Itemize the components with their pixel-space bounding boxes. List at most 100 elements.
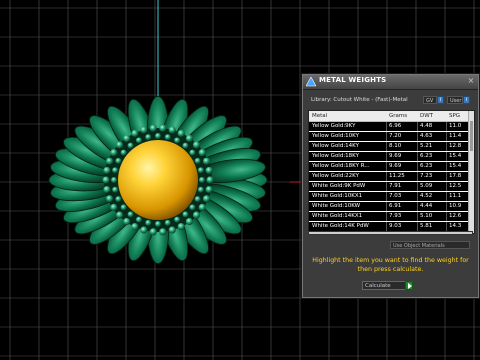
bead-shape (103, 166, 111, 175)
table-row[interactable]: Yellow Gold:14KY 8.10 5.21 12.8 (309, 142, 469, 151)
user-select[interactable]: User (447, 96, 463, 104)
bead-shape (105, 195, 114, 203)
bead-shape (127, 211, 134, 218)
bead-shape (115, 211, 124, 219)
bead-shape (127, 142, 134, 149)
table-row[interactable]: Yellow Gold:22KY 11.25 7.23 17.8 (309, 172, 469, 181)
panel-titlebar[interactable]: METAL WEIGHTS × (303, 75, 478, 90)
app-logo-icon (306, 77, 316, 87)
cell-dwt: 6.23 (420, 153, 433, 159)
center-gold-sphere (118, 140, 198, 220)
column-header-metal[interactable]: Metal (312, 113, 327, 119)
column-separator (446, 162, 447, 171)
column-separator (446, 192, 447, 201)
table-row[interactable]: Yellow Gold:18KY R... 9.69 6.23 15.4 (309, 162, 469, 171)
column-separator (386, 192, 387, 201)
bead-shape (177, 129, 185, 138)
table-row[interactable]: Yellow Gold:9KY 6.96 4.48 11.0 (309, 122, 469, 131)
cell-grams: 7.03 (389, 193, 402, 199)
column-separator (446, 132, 447, 141)
table-row[interactable]: White Gold:10KW 6.91 4.44 10.9 (309, 202, 469, 211)
table-horizontal-scrollbar[interactable] (308, 231, 473, 235)
bead-shape (115, 196, 122, 203)
bead-shape (202, 195, 211, 203)
cell-metal: Yellow Gold:10KY (312, 133, 359, 139)
column-header-spg[interactable]: SPG (449, 113, 460, 119)
cell-metal: White Gold:14KX1 (312, 213, 363, 219)
bead-shape (111, 177, 117, 183)
close-icon[interactable]: × (467, 77, 475, 85)
bead-shape (112, 186, 119, 193)
bead-shape (202, 157, 211, 165)
table-row[interactable]: White Gold:10KX1 7.03 4.52 11.1 (309, 192, 469, 201)
ring-model[interactable] (48, 96, 268, 264)
bead-shape (194, 157, 201, 164)
cell-metal: Yellow Gold:18KY (312, 153, 359, 159)
column-separator (386, 202, 387, 211)
bead-shape (182, 211, 189, 218)
column-separator (417, 222, 418, 231)
metal-table[interactable]: Metal Grams DWT SPG Yellow Gold:9KY 6.96 4… (308, 110, 475, 234)
cell-spg: 11.0 (449, 123, 462, 129)
cell-spg: 15.4 (449, 163, 462, 169)
bead-shape (140, 126, 148, 134)
column-separator (417, 192, 418, 201)
table-row[interactable]: Yellow Gold:18KY 9.69 6.23 15.4 (309, 152, 469, 161)
cell-grams: 7.20 (389, 133, 402, 139)
calculate-go-button[interactable] (405, 281, 413, 290)
table-row[interactable]: White Gold:9K PdW 7.91 5.09 12.5 (309, 182, 469, 191)
cell-dwt: 4.63 (420, 133, 433, 139)
cell-metal: Yellow Gold:14KY (312, 143, 359, 149)
cell-spg: 11.1 (449, 193, 462, 199)
bead-shape (145, 219, 152, 226)
table-row[interactable]: White Gold:14KX1 7.93 5.10 12.6 (309, 212, 469, 221)
column-header-dwt[interactable]: DWT (420, 113, 433, 119)
cell-grams: 9.69 (389, 163, 402, 169)
bead-shape (189, 204, 196, 211)
cell-spg: 12.8 (449, 143, 462, 149)
table-row[interactable]: White Gold:14K PdW 9.03 5.81 14.3 (309, 222, 469, 231)
column-separator (417, 132, 418, 141)
cell-metal: White Gold:9K PdW (312, 183, 366, 189)
use-object-materials-select[interactable]: Use Object Materials (390, 241, 470, 249)
bead-shape (110, 203, 118, 211)
column-separator (386, 162, 387, 171)
bead-shape (177, 222, 185, 231)
table-vertical-scrollbar[interactable] (468, 111, 474, 233)
column-separator (386, 182, 387, 191)
bead-shape (135, 137, 142, 144)
column-separator (386, 122, 387, 131)
instruction-text: Highlight the item you want to find the … (312, 257, 469, 273)
bead-shape (174, 216, 181, 223)
cell-dwt: 6.23 (420, 163, 433, 169)
bead-shape (205, 185, 213, 194)
cell-grams: 7.91 (389, 183, 402, 189)
calculate-select[interactable]: Calculate (362, 281, 413, 290)
cell-grams: 7.93 (389, 213, 402, 219)
user-info-button[interactable]: i (463, 96, 470, 104)
column-separator (417, 152, 418, 161)
bead-shape (164, 134, 171, 141)
column-header-grams[interactable]: Grams (389, 113, 407, 119)
cell-metal: White Gold:14K PdW (312, 223, 369, 229)
column-separator (386, 212, 387, 221)
gv-info-button[interactable]: i (437, 96, 444, 104)
bead-shape (149, 124, 157, 132)
cell-metal: White Gold:10KX1 (312, 193, 363, 199)
column-separator (417, 182, 418, 191)
scrollbar-thumb[interactable] (470, 121, 473, 151)
cell-spg: 12.5 (449, 183, 462, 189)
table-row[interactable]: Yellow Gold:10KY 7.20 4.63 11.4 (309, 132, 469, 141)
cell-metal: Yellow Gold:18KY R... (312, 163, 370, 169)
bead-shape (112, 167, 119, 174)
cell-dwt: 5.21 (420, 143, 433, 149)
cell-dwt: 4.48 (420, 123, 433, 129)
gv-select[interactable]: GV (423, 96, 437, 104)
bead-shape (182, 142, 189, 149)
column-separator (386, 142, 387, 151)
bead-shape (192, 141, 201, 149)
cell-dwt: 5.09 (420, 183, 433, 189)
cell-spg: 14.3 (449, 223, 462, 229)
column-separator (446, 172, 447, 181)
column-separator (386, 222, 387, 231)
